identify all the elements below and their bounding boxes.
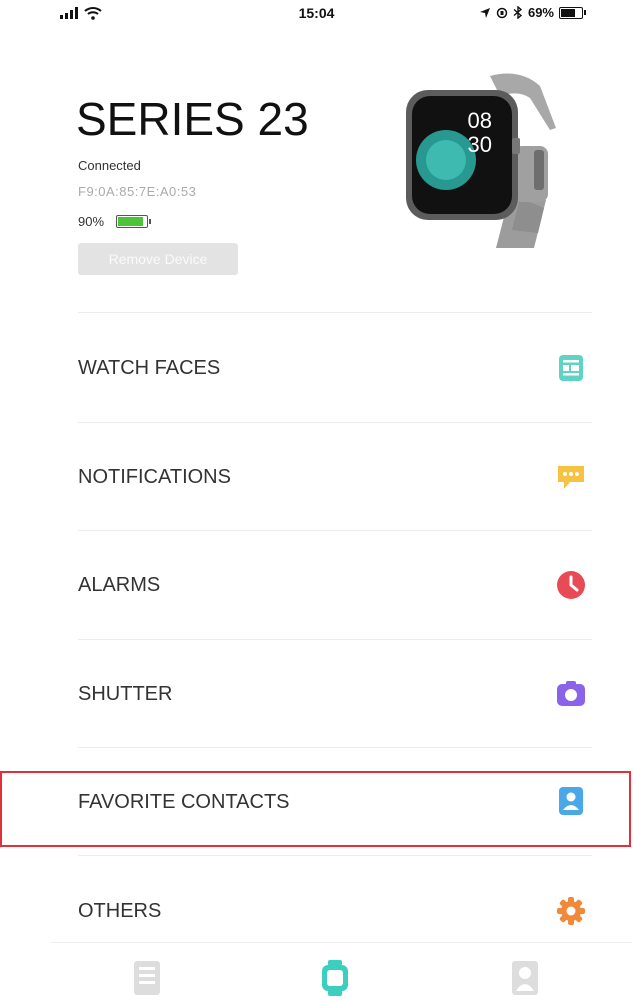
menu-item-label: NOTIFICATIONS (78, 466, 231, 488)
status-battery-percent: 69% (527, 5, 554, 20)
menu-item-watch-faces[interactable]: WATCH FACES (78, 314, 592, 422)
gear-icon (557, 897, 585, 925)
device-battery-percent: 90% (78, 214, 105, 229)
bottom-nav (50, 942, 632, 1001)
watch-icon[interactable] (320, 959, 350, 997)
clock-icon (557, 571, 585, 599)
battery-icon (559, 6, 586, 19)
list-icon[interactable] (132, 959, 162, 997)
camera-icon (557, 681, 585, 706)
profile-icon[interactable] (510, 959, 540, 997)
watch-hour: 08 (468, 108, 492, 133)
location-arrow-icon (479, 7, 490, 18)
smartwatch-image: 08 30 (406, 73, 556, 248)
status-bar: 15:04 69% (0, 0, 633, 28)
menu-item-label: SHUTTER (78, 683, 173, 705)
divider (78, 855, 592, 856)
orientation-lock-icon (496, 7, 508, 18)
menu-item-notifications[interactable]: NOTIFICATIONS (78, 423, 592, 531)
menu-item-shutter[interactable]: SHUTTER (78, 640, 592, 748)
remove-device-button[interactable]: Remove Device (78, 243, 238, 275)
device-name: SERIES 23 (76, 93, 309, 145)
menu-item-label: ALARMS (78, 574, 161, 596)
status-right: 69% (479, 5, 586, 20)
highlight-box (0, 771, 631, 847)
watch-faces-icon (559, 355, 583, 381)
device-battery-row: 90% (78, 214, 152, 229)
message-icon (558, 466, 584, 489)
connection-status: Connected (78, 158, 141, 173)
divider (78, 312, 592, 313)
device-battery-icon (116, 215, 152, 228)
watch-minute: 30 (468, 132, 492, 157)
menu-item-label: WATCH FACES (78, 357, 221, 379)
mac-address: F9:0A:85:7E:A0:53 (78, 184, 197, 199)
menu-item-alarms[interactable]: ALARMS (78, 531, 592, 639)
bluetooth-icon (513, 6, 523, 19)
